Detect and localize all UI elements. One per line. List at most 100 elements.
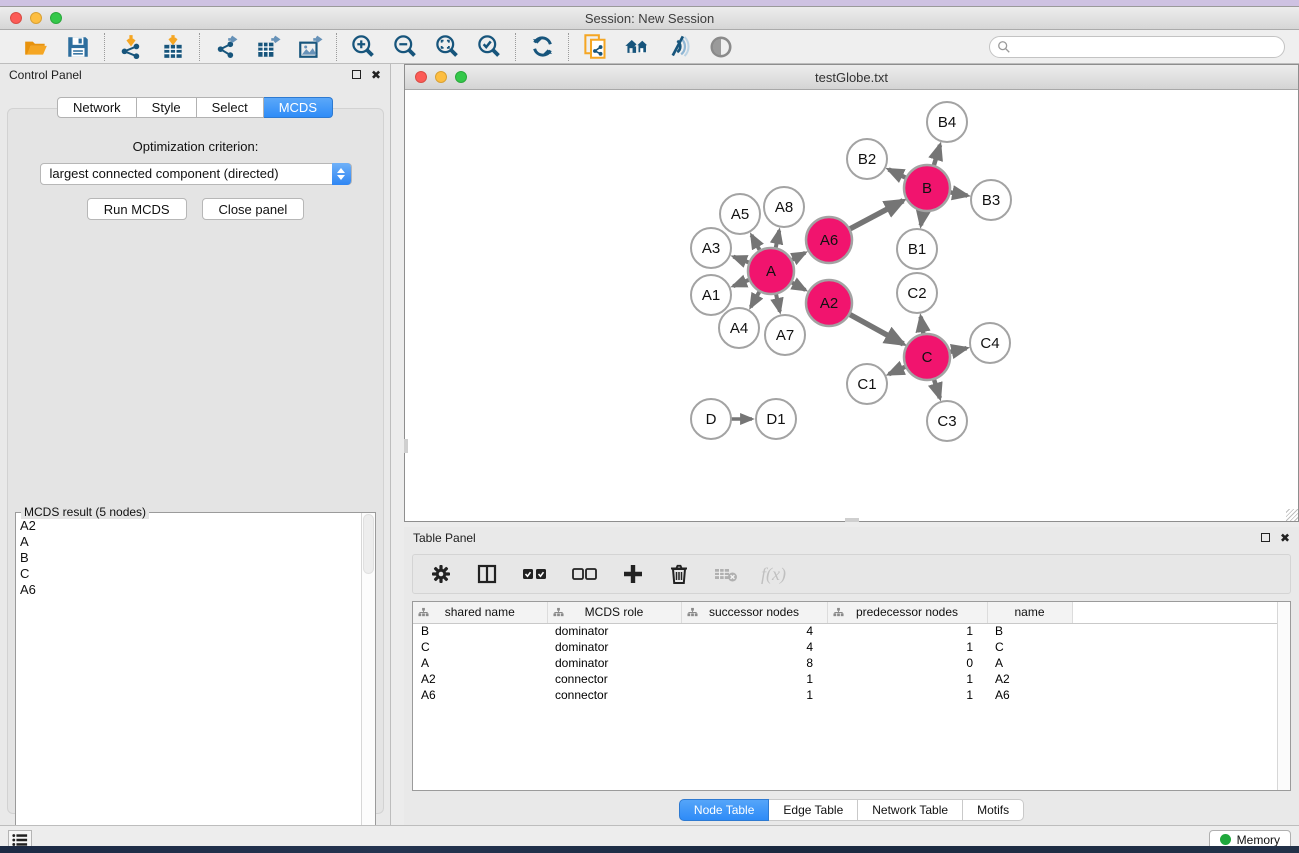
tab-network[interactable]: Network xyxy=(57,97,137,118)
float-panel-icon[interactable] xyxy=(352,69,361,81)
select-all-columns-icon[interactable] xyxy=(521,562,549,586)
table-toolbar: f(x) xyxy=(412,554,1291,594)
zoom-selected-icon[interactable] xyxy=(475,33,503,61)
table-scrollbar[interactable] xyxy=(1277,602,1290,790)
float-table-panel-icon[interactable] xyxy=(1261,532,1270,544)
dropdown-stepper-icon xyxy=(332,163,351,185)
apply-layout-icon[interactable] xyxy=(528,33,556,61)
delete-table-icon xyxy=(713,563,739,585)
minimize-window-button[interactable] xyxy=(30,12,42,24)
column-header-shared-name[interactable]: shared name xyxy=(413,602,547,623)
table-cell[interactable]: A2 xyxy=(413,671,547,687)
tab-edge-table[interactable]: Edge Table xyxy=(769,799,858,821)
table-cell[interactable]: dominator xyxy=(547,655,681,671)
table-tabs: Node TableEdge TableNetwork TableMotifs xyxy=(404,799,1299,821)
search-input[interactable] xyxy=(1011,40,1284,54)
close-window-button[interactable] xyxy=(10,12,22,24)
column-header-name[interactable]: name xyxy=(987,602,1072,623)
column-header-successor-nodes[interactable]: successor nodes xyxy=(681,602,827,623)
zoom-fit-icon[interactable] xyxy=(433,33,461,61)
table-cell[interactable]: connector xyxy=(547,687,681,703)
graph-node-label: B3 xyxy=(982,192,1000,209)
table-cell[interactable]: A xyxy=(987,655,1072,671)
graph-node-label: B1 xyxy=(908,241,926,258)
network-canvas[interactable]: B4B2BB3A5A8A6B1A3AC2A1A2A4A7C4CC1DD1C3 xyxy=(405,90,1298,521)
zoom-window-button[interactable] xyxy=(50,12,62,24)
delete-rows-icon[interactable] xyxy=(667,562,691,586)
mcds-result-item[interactable]: A xyxy=(18,534,359,550)
export-image-icon[interactable] xyxy=(296,33,324,61)
column-header-predecessor-nodes[interactable]: predecessor nodes xyxy=(827,602,987,623)
network-resize-grip[interactable] xyxy=(1286,509,1298,521)
save-session-icon[interactable] xyxy=(64,33,92,61)
table-cell[interactable]: 1 xyxy=(827,671,987,687)
column-header-MCDS-role[interactable]: MCDS role xyxy=(547,602,681,623)
unselect-all-columns-icon[interactable] xyxy=(571,562,599,586)
table-cell[interactable]: B xyxy=(987,623,1072,639)
close-network-button[interactable] xyxy=(415,71,427,83)
network-vscroll-thumb[interactable] xyxy=(404,439,408,453)
table-cell[interactable]: C xyxy=(987,639,1072,655)
close-panel-button[interactable]: Close panel xyxy=(202,198,305,220)
mcds-result-item[interactable]: C xyxy=(18,566,359,582)
main-toolbar xyxy=(0,30,1299,64)
tab-mcds[interactable]: MCDS xyxy=(264,97,333,118)
criterion-dropdown[interactable]: largest connected component (directed) xyxy=(40,163,352,185)
tab-style[interactable]: Style xyxy=(137,97,197,118)
table-settings-icon[interactable] xyxy=(429,562,453,586)
tab-select[interactable]: Select xyxy=(197,97,264,118)
tab-network-table[interactable]: Network Table xyxy=(858,799,963,821)
graph-node-label: C3 xyxy=(937,413,956,430)
table-cell[interactable]: dominator xyxy=(547,623,681,639)
mcds-result-item[interactable]: A6 xyxy=(18,582,359,598)
minimize-network-button[interactable] xyxy=(435,71,447,83)
table-cell[interactable]: A xyxy=(413,655,547,671)
table-cell[interactable]: dominator xyxy=(547,639,681,655)
tab-motifs[interactable]: Motifs xyxy=(963,799,1024,821)
table-cell[interactable]: A6 xyxy=(413,687,547,703)
table-cell[interactable]: 1 xyxy=(827,623,987,639)
close-table-panel-icon[interactable]: ✖ xyxy=(1280,532,1290,544)
graph-node-label: A1 xyxy=(702,287,720,304)
zoom-out-icon[interactable] xyxy=(391,33,419,61)
open-session-icon[interactable] xyxy=(22,33,50,61)
import-table-icon[interactable] xyxy=(159,33,187,61)
birds-eye-view-icon[interactable] xyxy=(707,33,735,61)
zoom-network-button[interactable] xyxy=(455,71,467,83)
split-columns-icon[interactable] xyxy=(475,562,499,586)
tab-node-table[interactable]: Node Table xyxy=(679,799,770,821)
table-cell-filler xyxy=(1072,687,1290,703)
first-neighbors-icon[interactable] xyxy=(623,33,651,61)
clone-network-icon[interactable] xyxy=(581,33,609,61)
table-cell[interactable]: A6 xyxy=(987,687,1072,703)
mcds-result-item[interactable]: B xyxy=(18,550,359,566)
hide-graphics-details-icon[interactable] xyxy=(665,33,693,61)
mcds-result-item[interactable]: A2 xyxy=(18,518,359,534)
graph-node-label: B xyxy=(922,180,932,197)
zoom-in-icon[interactable] xyxy=(349,33,377,61)
table-cell[interactable]: C xyxy=(413,639,547,655)
table-cell[interactable]: 0 xyxy=(827,655,987,671)
run-mcds-button[interactable]: Run MCDS xyxy=(87,198,187,220)
table-cell[interactable]: connector xyxy=(547,671,681,687)
table-cell[interactable]: 1 xyxy=(827,687,987,703)
add-row-icon[interactable] xyxy=(621,562,645,586)
table-cell[interactable]: 8 xyxy=(681,655,827,671)
result-scrollbar[interactable] xyxy=(361,513,375,851)
import-network-icon[interactable] xyxy=(117,33,145,61)
close-panel-icon[interactable]: ✖ xyxy=(371,69,381,81)
export-table-icon[interactable] xyxy=(254,33,282,61)
search-field[interactable] xyxy=(989,36,1285,58)
export-network-icon[interactable] xyxy=(212,33,240,61)
network-hscroll-thumb[interactable] xyxy=(845,518,859,522)
table-cell[interactable]: B xyxy=(413,623,547,639)
table-cell[interactable]: 4 xyxy=(681,639,827,655)
cytoscape-window: Session: New Session xyxy=(0,6,1299,846)
table-cell[interactable]: 1 xyxy=(827,639,987,655)
table-cell[interactable]: 1 xyxy=(681,687,827,703)
table-cell[interactable]: 4 xyxy=(681,623,827,639)
attribute-table: shared nameMCDS rolesuccessor nodesprede… xyxy=(413,602,1290,703)
table-cell[interactable]: 1 xyxy=(681,671,827,687)
table-cell[interactable]: A2 xyxy=(987,671,1072,687)
window-controls xyxy=(10,12,62,24)
